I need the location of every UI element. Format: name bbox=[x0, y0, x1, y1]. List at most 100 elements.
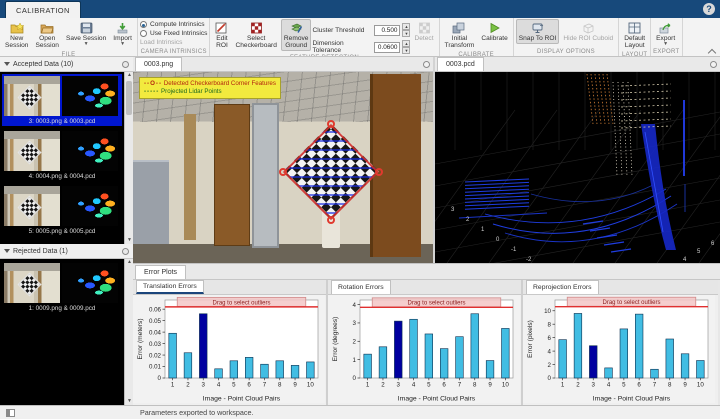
panel-options-icon[interactable] bbox=[122, 248, 129, 255]
edit-roi-button[interactable]: Edit ROI bbox=[212, 19, 231, 51]
svg-text:Error (degrees): Error (degrees) bbox=[332, 317, 339, 362]
new-session-label: New Session bbox=[5, 35, 28, 49]
reprojection-errors-chart[interactable]: 024681012345678910Drag to select outlier… bbox=[523, 295, 715, 403]
dimension-tolerance-stepper[interactable]: ▲▼ bbox=[402, 40, 410, 54]
corner-marker-icon bbox=[327, 216, 335, 224]
svg-text:6: 6 bbox=[442, 382, 446, 389]
default-layout-button[interactable]: Default Layout bbox=[621, 19, 648, 51]
svg-text:2: 2 bbox=[548, 362, 552, 369]
checkerboard-outline bbox=[283, 124, 379, 220]
accepted-data-header[interactable]: Accepted Data (10) bbox=[0, 57, 133, 72]
tab-rotation-errors[interactable]: Rotation Errors bbox=[331, 280, 391, 294]
save-session-button[interactable]: Save Session ▼ bbox=[63, 19, 109, 48]
svg-text:8: 8 bbox=[473, 382, 477, 389]
rejected-list-scrollbar[interactable]: ▲ ▼ bbox=[124, 259, 133, 405]
radio-compute-intrinsics[interactable]: Compute Intrinsics bbox=[140, 21, 208, 28]
corner-features-label: Detected Checkerboard Corner Features bbox=[164, 80, 276, 87]
svg-text:0.05: 0.05 bbox=[149, 318, 162, 325]
snap-to-roi-button[interactable]: Snap To ROI bbox=[516, 19, 560, 44]
import-button[interactable]: Import ▼ bbox=[110, 19, 135, 48]
svg-text:Drag to select outliers: Drag to select outliers bbox=[212, 300, 270, 306]
panel-options-icon[interactable] bbox=[710, 61, 717, 68]
camera-image-canvas[interactable]: --O-- Detected Checkerboard Corner Featu… bbox=[133, 72, 433, 263]
remove-ground-icon bbox=[289, 21, 303, 34]
scroll-up-icon[interactable]: ▲ bbox=[126, 259, 133, 266]
svg-text:10: 10 bbox=[502, 382, 509, 389]
ribbon-section-layout: Default Layout LAYOUT bbox=[619, 18, 651, 56]
svg-text:4: 4 bbox=[412, 382, 416, 389]
glass-door bbox=[252, 103, 279, 248]
radio-use-fixed-intrinsics-icon[interactable] bbox=[140, 30, 147, 37]
rejected-item-1[interactable]: 1: 0009.png & 0009.pcd bbox=[2, 261, 122, 313]
hide-roi-cuboid-button: Hide ROI Cuboid bbox=[560, 19, 616, 44]
select-checkerboard-icon bbox=[250, 21, 263, 34]
tab-reprojection-errors[interactable]: Reprojection Errors bbox=[526, 280, 599, 294]
point-cloud-canvas[interactable]: 3210-1-2456 bbox=[435, 72, 720, 263]
tab-translation-errors[interactable]: Translation Errors bbox=[136, 280, 204, 294]
accepted-item-1[interactable]: 3: 0003.png & 0003.pcd bbox=[2, 74, 122, 126]
point-cloud-tabbar: 0003.pcd bbox=[435, 57, 720, 72]
tab-error-plots[interactable]: Error Plots bbox=[135, 265, 186, 279]
translation-errors-panel: Translation Errors 00.010.020.030.040.05… bbox=[133, 280, 328, 406]
section-label-display-options: DISPLAY OPTIONS bbox=[516, 48, 616, 56]
ribbon-section-file: New Session Open Session Save Session ▼ bbox=[0, 18, 138, 56]
radio-compute-intrinsics-icon[interactable] bbox=[140, 21, 147, 28]
svg-text:9: 9 bbox=[683, 382, 687, 389]
svg-text:3: 3 bbox=[592, 382, 596, 389]
collapse-triangle-icon[interactable] bbox=[4, 249, 10, 253]
collapse-triangle-icon[interactable] bbox=[4, 62, 10, 66]
scrollbar-thumb[interactable] bbox=[126, 81, 132, 115]
accepted-item-2[interactable]: 4: 0004.png & 0004.pcd bbox=[2, 129, 122, 181]
image-view-tabbar: 0003.png bbox=[133, 57, 433, 72]
pair-caption: 4: 0004.png & 0004.pcd bbox=[4, 171, 120, 180]
calibrate-button[interactable]: Calibrate bbox=[478, 19, 510, 44]
dimension-tolerance-input[interactable]: 0.0600 bbox=[374, 42, 400, 53]
svg-text:0.06: 0.06 bbox=[149, 306, 162, 313]
select-checkerboard-button[interactable]: Select Checkerboard bbox=[232, 19, 279, 51]
svg-text:0: 0 bbox=[158, 375, 162, 382]
panel-toggle-icon[interactable] bbox=[6, 409, 15, 417]
ribbon-section-export: Export ▼ EXPORT bbox=[651, 18, 682, 56]
load-intrinsics-label: Load Intrinsics bbox=[140, 39, 183, 46]
svg-text:6: 6 bbox=[637, 382, 641, 389]
help-icon[interactable]: ? bbox=[703, 3, 715, 15]
cluster-threshold-stepper[interactable]: ▲▼ bbox=[402, 23, 410, 37]
scroll-up-icon[interactable]: ▲ bbox=[126, 72, 133, 79]
dimension-tolerance-label: Dimension Tolerance bbox=[312, 40, 372, 54]
status-message: Parameters exported to workspace. bbox=[140, 408, 253, 417]
open-session-button[interactable]: Open Session bbox=[32, 19, 61, 51]
tab-pcd-0003[interactable]: 0003.pcd bbox=[437, 57, 484, 71]
cluster-threshold-label: Cluster Threshold bbox=[312, 27, 372, 34]
new-session-button[interactable]: New Session bbox=[2, 19, 31, 51]
tab-calibration[interactable]: CALIBRATION bbox=[5, 1, 81, 18]
panel-options-icon[interactable] bbox=[122, 61, 129, 68]
translation-errors-chart[interactable]: 00.010.020.030.040.050.0612345678910Drag… bbox=[133, 295, 325, 403]
scroll-down-icon[interactable]: ▼ bbox=[126, 237, 133, 244]
calibrate-icon bbox=[488, 21, 501, 34]
initial-transform-button[interactable]: Initial Transform bbox=[442, 19, 478, 51]
svg-text:3: 3 bbox=[202, 382, 206, 389]
ribbon-section-camera-intrinsics: Compute Intrinsics Use Fixed Intrinsics … bbox=[138, 18, 211, 56]
accepted-item-3[interactable]: 5: 0005.png & 0005.pcd bbox=[2, 184, 122, 236]
lidar-camera-calibrator-app: CALIBRATION ? New Session Open Session bbox=[0, 0, 720, 419]
tab-image-0003[interactable]: 0003.png bbox=[135, 57, 182, 71]
export-button[interactable]: Export ▼ bbox=[653, 19, 678, 48]
corner-features-marker: --O-- bbox=[144, 80, 162, 87]
cluster-threshold-input[interactable]: 0.500 bbox=[374, 25, 400, 36]
ribbon-collapse-icon[interactable] bbox=[708, 47, 717, 54]
ribbon-section-display-options: Snap To ROI Hide ROI Cuboid DISPLAY OPTI… bbox=[514, 18, 619, 56]
pair-caption: 1: 0009.png & 0009.pcd bbox=[4, 303, 120, 312]
svg-text:5: 5 bbox=[622, 382, 626, 389]
svg-text:1: 1 bbox=[353, 357, 357, 364]
scroll-down-icon[interactable]: ▼ bbox=[126, 398, 133, 405]
rejected-data-header[interactable]: Rejected Data (1) bbox=[0, 244, 133, 259]
remove-ground-button[interactable]: Remove Ground bbox=[281, 19, 312, 51]
rejected-data-list: 1: 0009.png & 0009.pcd ▲ ▼ bbox=[0, 259, 133, 405]
radio-use-fixed-intrinsics[interactable]: Use Fixed Intrinsics bbox=[140, 30, 208, 37]
accepted-list-scrollbar[interactable]: ▲ ▼ bbox=[124, 72, 133, 244]
svg-text:7: 7 bbox=[653, 382, 657, 389]
panel-options-icon[interactable] bbox=[423, 61, 430, 68]
initial-transform-icon bbox=[452, 21, 466, 34]
svg-text:Drag to select outliers: Drag to select outliers bbox=[602, 300, 660, 306]
rotation-errors-chart[interactable]: 0123412345678910Drag to select outliersE… bbox=[328, 295, 520, 403]
